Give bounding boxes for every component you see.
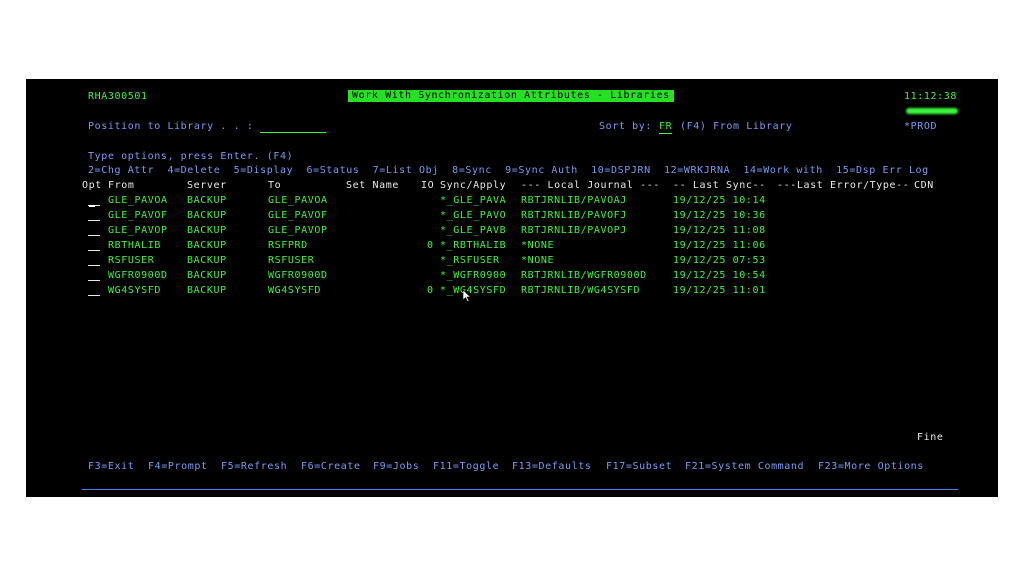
screen-title: Work With Synchronization Attributes - L… (348, 90, 674, 102)
fkey-system-command[interactable]: F21=System Command (685, 461, 804, 473)
row-server: BACKUP (187, 225, 227, 236)
row-last-sync: 19/12/25 07:53 (673, 255, 766, 266)
row-server: BACKUP (187, 240, 227, 251)
col-to: To (268, 180, 282, 191)
fkey-subset[interactable]: F17=Subset (606, 461, 672, 473)
mouse-pointer-icon (463, 290, 472, 302)
option-input[interactable] (88, 255, 100, 266)
row-server: BACKUP (187, 210, 227, 221)
row-journal: RBTJRNLIB/PAVOPJ (521, 225, 627, 236)
col-io: IO (421, 180, 435, 191)
position-input[interactable] (260, 121, 326, 133)
program-name: RHA300501 (88, 91, 148, 102)
row-journal: RBTJRNLIB/WGFR0900D (521, 270, 647, 281)
fkey-prompt[interactable]: F4=Prompt (148, 461, 208, 473)
option-input[interactable] (88, 285, 100, 296)
sort-input[interactable]: FR (659, 121, 673, 134)
row-to: WG4SYSFD (268, 285, 321, 296)
row-from: RBTHALIB (108, 240, 161, 251)
row-sync: *_RBTHALIB (440, 240, 507, 251)
option-input[interactable] (88, 270, 100, 281)
row-to: GLE_PAVOP (268, 225, 328, 236)
row-to: RSFUSER (268, 255, 315, 266)
terminal-screen: RHA300501 Work With Synchronization Attr… (26, 79, 998, 497)
row-last-sync: 19/12/25 10:14 (673, 195, 766, 206)
row-from: GLE_PAVOF (108, 210, 168, 221)
fkey-refresh[interactable]: F5=Refresh (221, 461, 287, 473)
row-from: GLE_PAVOA (108, 195, 168, 206)
row-io: 0 (427, 285, 434, 296)
status-line-divider (82, 489, 958, 490)
fkey-create[interactable]: F6=Create (301, 461, 361, 473)
position-label: Position to Library . . : (88, 121, 254, 132)
col-opt: Opt (82, 180, 102, 191)
row-sync: *_GLE_PAVA (440, 195, 507, 206)
row-io: 0 (427, 240, 434, 251)
col-local-journal: --- Local Journal --- (521, 180, 661, 191)
row-to: GLE_PAVOA (268, 195, 328, 206)
row-last-sync: 19/12/25 11:06 (673, 240, 766, 251)
environment-label: *PROD (904, 121, 938, 132)
row-last-sync: 19/12/25 11:08 (673, 225, 766, 236)
list-status: Fine (917, 432, 944, 443)
col-set-name: Set Name (346, 180, 399, 191)
fkey-jobs[interactable]: F9=Jobs (373, 461, 419, 473)
row-from: GLE_PAVOP (108, 225, 168, 236)
row-sync: *_WGFR0900 (440, 270, 507, 281)
row-sync: *_RSFUSER (440, 255, 500, 266)
col-from: From (108, 180, 135, 191)
option-input[interactable] (88, 210, 100, 221)
row-server: BACKUP (187, 270, 227, 281)
row-last-sync: 19/12/25 10:54 (673, 270, 766, 281)
row-sync: *_GLE_PAVO (440, 210, 507, 221)
row-journal: RBTJRNLIB/PAVOAJ (521, 195, 627, 206)
fkey-toggle[interactable]: F11=Toggle (433, 461, 499, 473)
row-last-sync: 19/12/25 11:01 (673, 285, 766, 296)
system-time: 11:12:38 (904, 91, 957, 102)
row-from: WG4SYSFD (108, 285, 161, 296)
row-journal: *NONE (521, 255, 555, 266)
fkey-exit[interactable]: F3=Exit (88, 461, 134, 473)
row-last-sync: 19/12/25 10:36 (673, 210, 766, 221)
fkey-defaults[interactable]: F13=Defaults (512, 461, 591, 473)
col-sync-apply: Sync/Apply (440, 180, 507, 191)
row-server: BACKUP (187, 255, 227, 266)
row-server: BACKUP (187, 285, 227, 296)
row-journal: *NONE (521, 240, 555, 251)
option-input[interactable] (88, 240, 100, 251)
row-sync: *_WG4SYSFD (440, 285, 507, 296)
sort-suffix: (F4) From Library (680, 121, 793, 132)
col-cdn: CDN (914, 180, 934, 191)
system-name-blurred (906, 108, 958, 114)
row-journal: RBTJRNLIB/PAVOFJ (521, 210, 627, 221)
options-instruction: Type options, press Enter. (F4) (88, 151, 294, 162)
sort-label: Sort by: (599, 121, 652, 132)
fkey-more-options[interactable]: F23=More Options (818, 461, 924, 473)
option-input[interactable] (88, 225, 100, 236)
col-last-sync: -- Last Sync-- (673, 180, 766, 191)
col-last-error: ---Last Error/Type-- (777, 180, 910, 191)
row-sync: *_GLE_PAVB (440, 225, 507, 236)
row-to: RSFPRD (268, 240, 308, 251)
row-from: WGFR0900D (108, 270, 168, 281)
row-to: WGFR0900D (268, 270, 328, 281)
row-journal: RBTJRNLIB/WG4SYSFD (521, 285, 641, 296)
row-server: BACKUP (187, 195, 227, 206)
col-server: Server (187, 180, 227, 191)
row-to: GLE_PAVOF (268, 210, 328, 221)
options-line: 2=Chg Attr 4=Delete 5=Display 6=Status 7… (88, 165, 929, 176)
row-from: RSFUSER (108, 255, 155, 266)
text-cursor (89, 205, 95, 207)
